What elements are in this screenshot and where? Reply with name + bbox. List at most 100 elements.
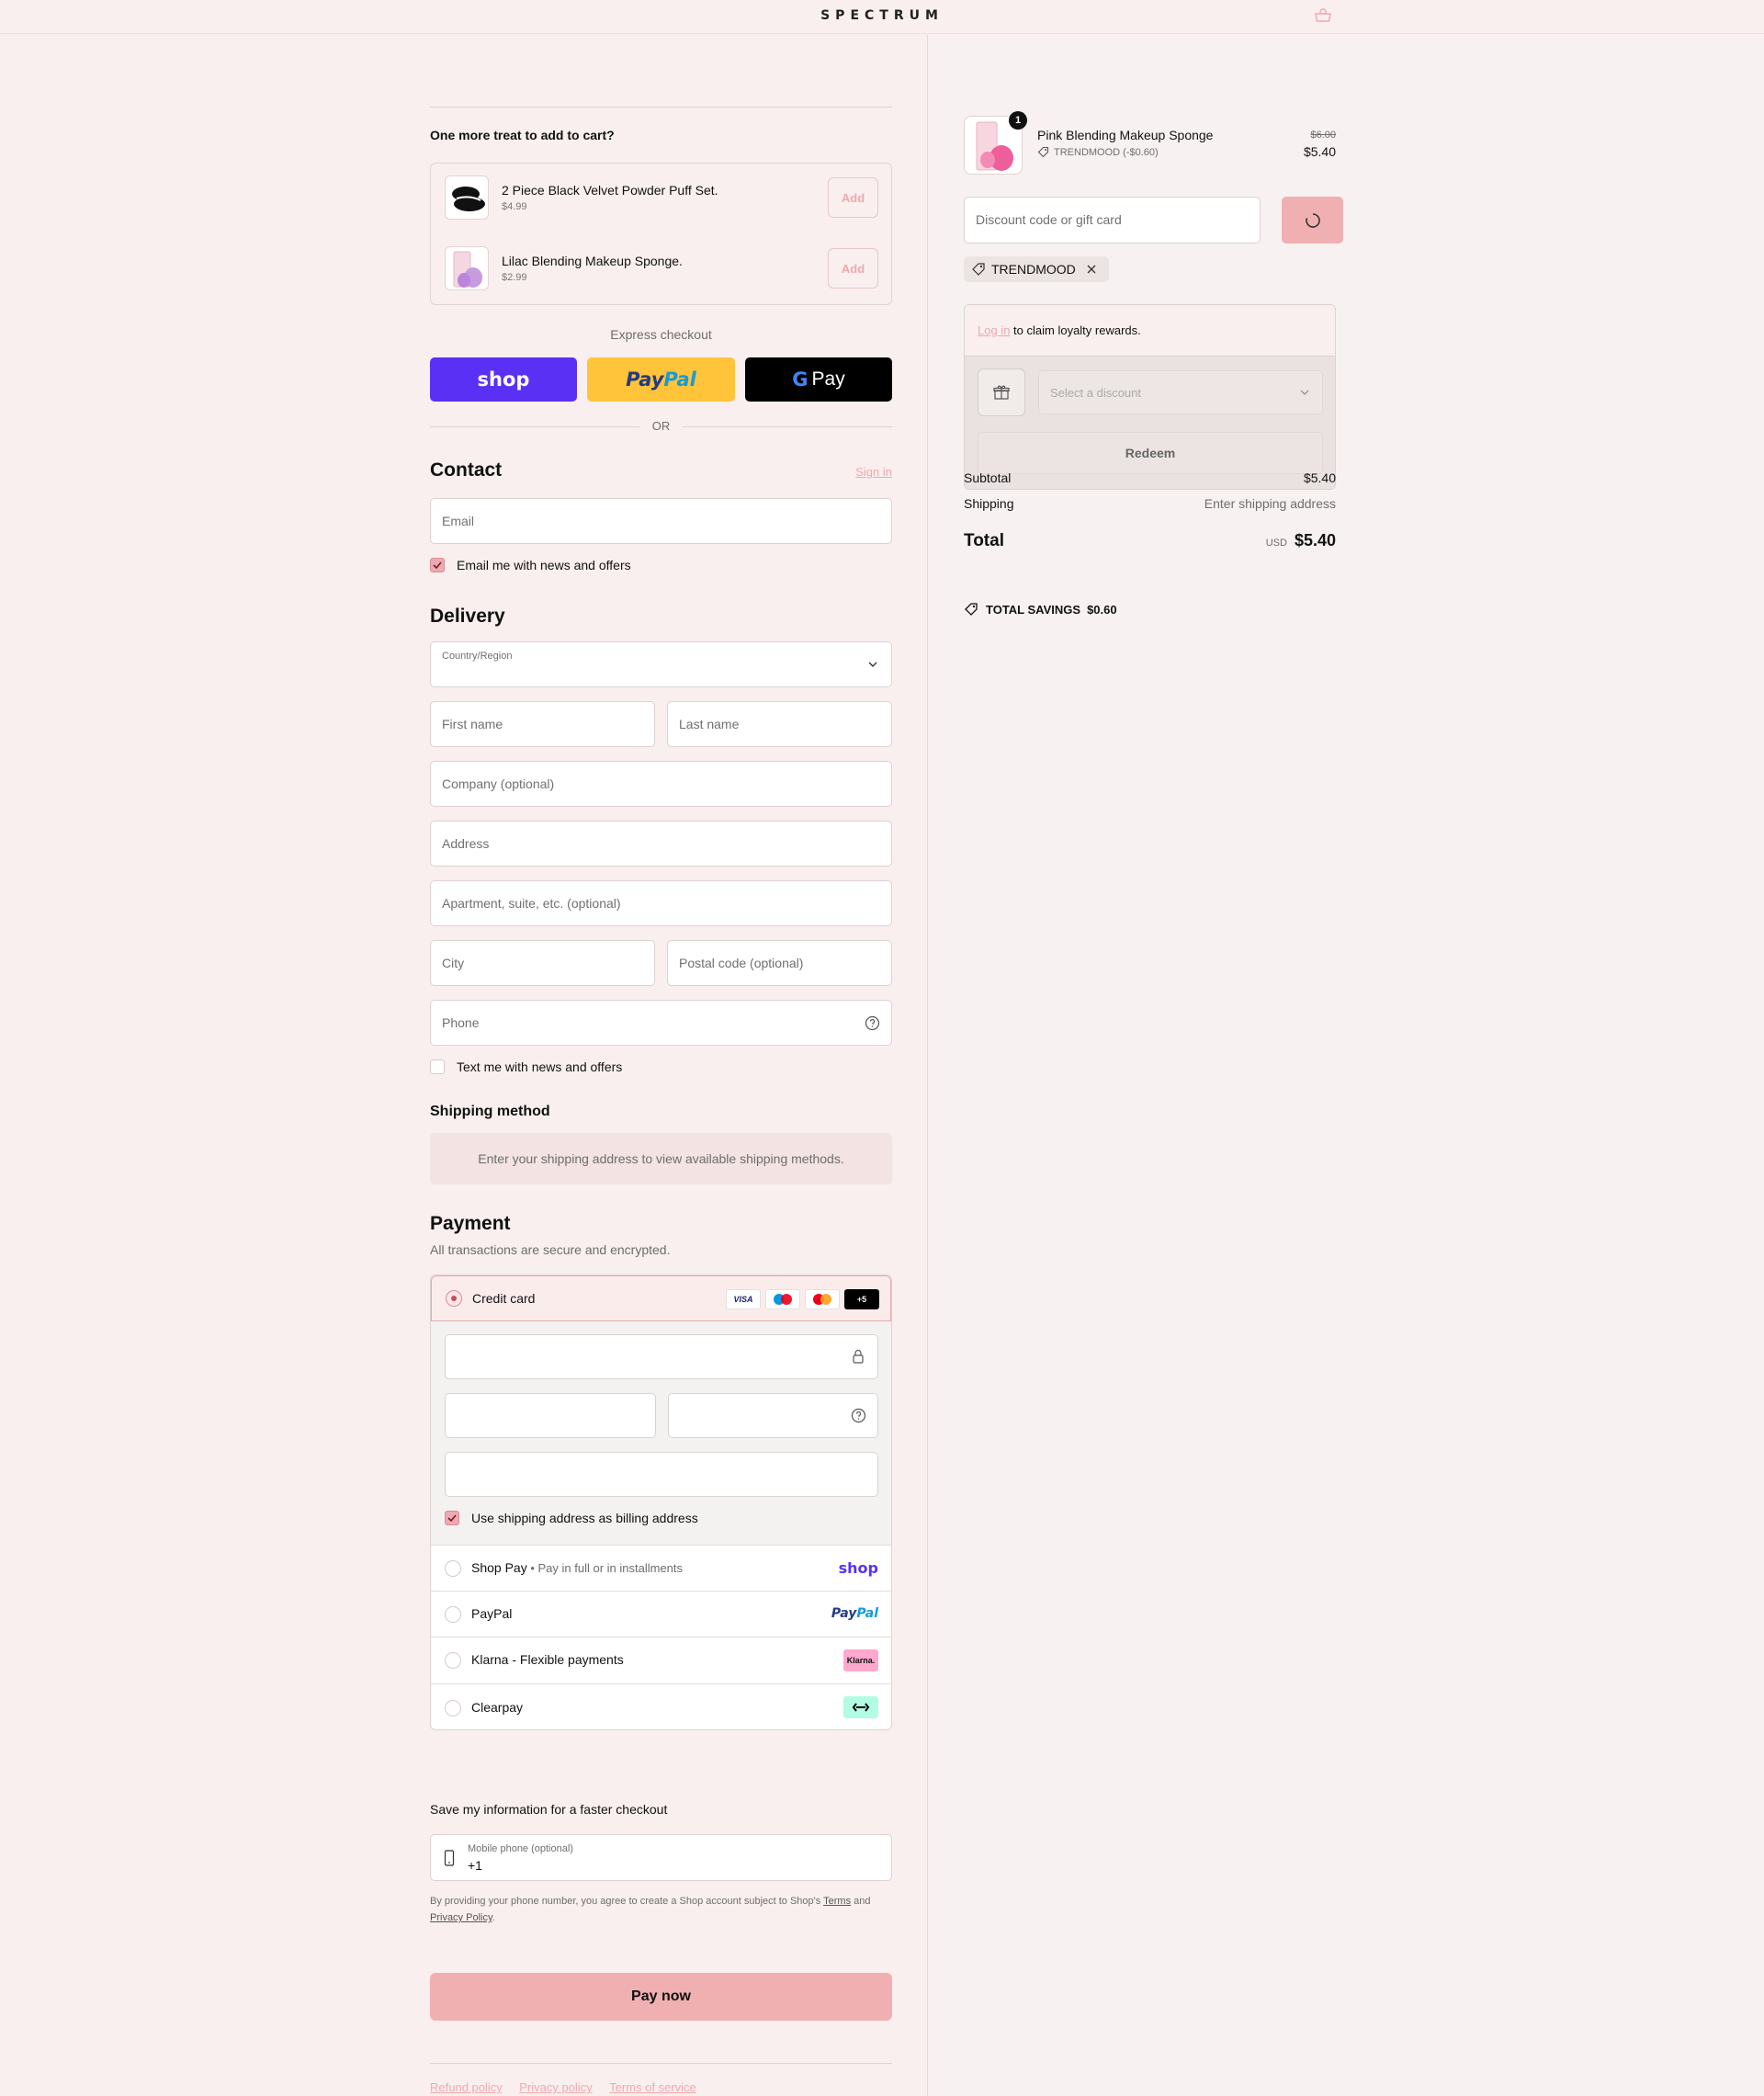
visa-icon: VISA [726, 1289, 761, 1309]
order-item-thumbnail: 1 [964, 111, 1027, 175]
order-summary: 1 Pink Blending Makeup Sponge TRENDMOOD … [927, 35, 1764, 2096]
log-in-link[interactable]: Log in [978, 323, 1010, 337]
shop-pay-label: Shop Pay • Pay in full or in installment… [471, 1560, 684, 1575]
text-news-checkbox[interactable] [430, 1059, 445, 1074]
terms-link[interactable]: Terms [823, 1896, 851, 1907]
country-select[interactable]: Country/Region [430, 641, 892, 687]
shipping-value: Enter shipping address [1204, 496, 1336, 511]
applied-discount-chip: TRENDMOOD [964, 256, 1109, 282]
more-cards-badge: +5 [844, 1289, 879, 1309]
shipping-row: Shipping Enter shipping address [964, 496, 1336, 511]
apply-discount-button[interactable] [1282, 197, 1343, 244]
upsell-box: 2 Piece Black Velvet Powder Puff Set. $4… [430, 163, 892, 305]
google-g-icon: G [792, 368, 808, 391]
paypal-option[interactable]: PayPal PayPal [431, 1591, 891, 1637]
chevron-down-icon [868, 662, 877, 667]
refund-policy-link[interactable]: Refund policy [430, 2080, 503, 2094]
clearpay-radio[interactable] [445, 1700, 461, 1716]
upsell-item: 2 Piece Black Velvet Powder Puff Set. $4… [445, 176, 878, 221]
phone-prefix: +1 [468, 1858, 482, 1873]
credit-card-radio[interactable] [446, 1290, 462, 1307]
checkout-main: One more treat to add to cart? 2 Piece B… [0, 35, 927, 2096]
item-price: $5.40 [1303, 144, 1336, 159]
first-name-field[interactable]: First name [430, 701, 655, 747]
klarna-label: Klarna - Flexible payments [471, 1652, 624, 1667]
close-icon[interactable] [1085, 263, 1098, 276]
paypal-label: PayPal [471, 1606, 513, 1621]
billing-same-checkbox[interactable] [445, 1511, 459, 1525]
mobile-phone-field[interactable]: Mobile phone (optional) +1 [430, 1834, 892, 1881]
help-icon [865, 1015, 880, 1031]
paypal-radio[interactable] [445, 1606, 461, 1623]
shipping-method-title: Shipping method [430, 1104, 550, 1119]
pay-now-button[interactable]: Pay now [430, 1973, 892, 2021]
add-to-cart-button[interactable]: Add [828, 177, 878, 218]
card-number-field[interactable] [445, 1334, 878, 1379]
maestro-icon [765, 1289, 800, 1309]
upsell-title: One more treat to add to cart? [430, 128, 615, 142]
address-field[interactable]: Address [430, 821, 892, 867]
payment-subtitle: All transactions are secure and encrypte… [430, 1242, 671, 1257]
shop-disclaimer: By providing your phone number, you agre… [430, 1896, 871, 1923]
security-code-field[interactable] [668, 1393, 878, 1438]
upsell-item-price: $4.99 [502, 201, 527, 212]
credit-card-option[interactable]: Credit card VISA +5 [431, 1275, 891, 1321]
order-item-discount: TRENDMOOD (-$0.60) [1037, 146, 1159, 158]
select-discount-dropdown[interactable]: Select a discount [1038, 370, 1323, 414]
tag-icon [965, 603, 978, 616]
klarna-option[interactable]: Klarna - Flexible payments Klarna. [431, 1637, 891, 1683]
delivery-title: Delivery [430, 606, 505, 627]
add-to-cart-button[interactable]: Add [828, 248, 878, 289]
klarna-logo: Klarna. [843, 1649, 878, 1671]
header: SPECTRUM [0, 0, 1764, 34]
subtotal-label: Subtotal [964, 470, 1012, 485]
city-field[interactable]: City [430, 940, 655, 986]
lilac-sponge-thumbnail [445, 246, 489, 290]
email-field[interactable]: Email [430, 498, 892, 544]
credit-card-label: Credit card [472, 1291, 536, 1306]
order-item-name: Pink Blending Makeup Sponge [1037, 128, 1214, 142]
paypal-logo: PayPal [626, 368, 696, 391]
lock-icon [853, 1349, 864, 1364]
tag-icon [1037, 146, 1049, 158]
expiration-field[interactable] [445, 1393, 656, 1438]
sign-in-link[interactable]: Sign in [855, 465, 892, 479]
klarna-radio[interactable] [445, 1652, 461, 1669]
store-logo[interactable]: SPECTRUM [0, 8, 1764, 23]
google-pay-button[interactable]: G Pay [745, 357, 892, 402]
loading-spinner-icon [1305, 212, 1320, 228]
shipping-label: Shipping [964, 496, 1014, 511]
postal-code-field[interactable]: Postal code (optional) [667, 940, 892, 986]
paypal-button[interactable]: PayPal [587, 357, 735, 402]
shop-pay-radio[interactable] [445, 1560, 461, 1577]
privacy-policy-link[interactable]: Privacy policy [519, 2080, 592, 2094]
apartment-field[interactable]: Apartment, suite, etc. (optional) [430, 880, 892, 926]
upsell-item-name: 2 Piece Black Velvet Powder Puff Set. [502, 183, 718, 198]
divider [430, 107, 892, 108]
subtotal-value: $5.40 [1303, 470, 1336, 485]
payment-methods: Credit card VISA +5 Use shipping address… [430, 1275, 892, 1730]
loyalty-panel: Log in to claim loyalty rewards. Select … [964, 304, 1336, 490]
shop-pay-option[interactable]: Shop Pay • Pay in full or in installment… [431, 1545, 891, 1591]
name-on-card-field[interactable] [445, 1452, 878, 1497]
upsell-item: Lilac Blending Makeup Sponge. $2.99 Add [445, 246, 878, 292]
clearpay-option[interactable]: Clearpay [431, 1683, 891, 1729]
checkmark-icon [447, 1514, 457, 1523]
email-news-checkbox[interactable] [430, 558, 445, 572]
privacy-policy-link[interactable]: Privacy Policy [430, 1912, 492, 1923]
shop-pay-button[interactable]: shop [430, 357, 577, 402]
shopping-bag-icon[interactable] [1314, 8, 1332, 23]
applied-code: TRENDMOOD [991, 262, 1076, 277]
last-name-field[interactable]: Last name [667, 701, 892, 747]
mastercard-icon [805, 1289, 840, 1309]
contact-title: Contact [430, 459, 503, 481]
gift-icon [978, 368, 1025, 416]
redeem-button[interactable]: Redeem [978, 432, 1323, 474]
shop-logo: shop [838, 1559, 878, 1577]
company-field[interactable]: Company (optional) [430, 761, 892, 807]
terms-of-service-link[interactable]: Terms of service [609, 2080, 696, 2094]
discount-code-field[interactable]: Discount code or gift card [964, 197, 1261, 244]
payment-title: Payment [430, 1213, 511, 1234]
upsell-item-price: $2.99 [502, 272, 527, 283]
phone-field[interactable]: Phone [430, 1000, 892, 1046]
